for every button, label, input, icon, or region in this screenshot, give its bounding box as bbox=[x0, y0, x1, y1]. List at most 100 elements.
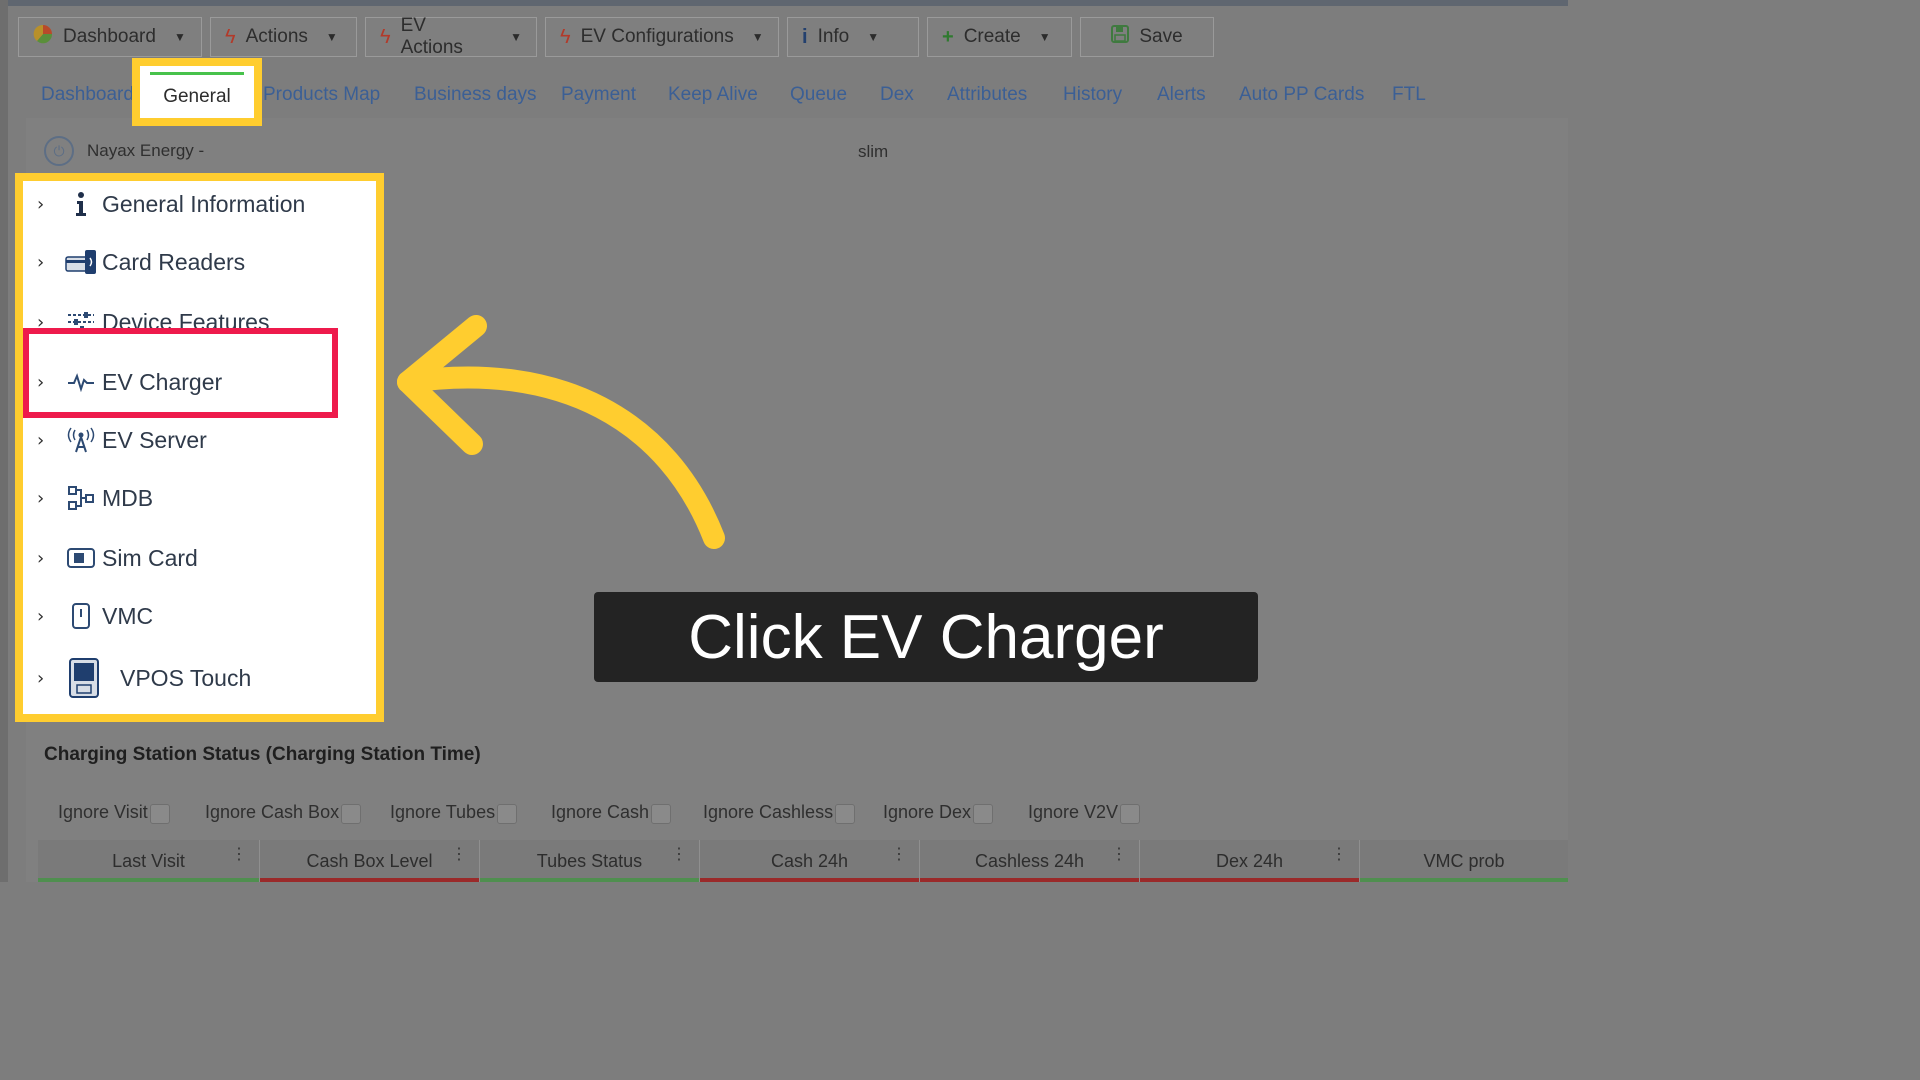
dashboard-dropdown-button[interactable]: Dashboard ▼ bbox=[18, 17, 202, 57]
ev-actions-dropdown-button[interactable]: ϟ EV Actions ▼ bbox=[365, 15, 537, 58]
chevron-down-icon: ▼ bbox=[325, 30, 338, 44]
floppy-disk-icon bbox=[1111, 25, 1130, 49]
plug-icon: ⏻ bbox=[44, 136, 74, 166]
status-indicator bbox=[480, 878, 699, 882]
column-menu-icon[interactable]: ⋮ bbox=[451, 844, 467, 864]
tab-products-map[interactable]: Products Map bbox=[263, 84, 380, 106]
column-menu-icon[interactable]: ⋮ bbox=[231, 844, 247, 864]
checkbox[interactable] bbox=[651, 804, 672, 824]
tab-business-days[interactable]: Business days bbox=[414, 84, 537, 106]
column-label: VMC prob bbox=[1423, 850, 1505, 871]
status-indicator bbox=[1360, 878, 1568, 882]
menu-item-label: EV Server bbox=[102, 426, 207, 453]
tab-keep-alive[interactable]: Keep Alive bbox=[668, 84, 758, 106]
status-indicator bbox=[38, 878, 259, 882]
status-table-header: Last Visit ⋮ Cash Box Level ⋮ Tubes Stat… bbox=[38, 840, 1568, 882]
checkbox[interactable] bbox=[149, 804, 170, 824]
card-reader-icon bbox=[65, 246, 97, 278]
info-button-label: Info bbox=[817, 26, 850, 47]
ignore-visit-checkbox[interactable]: Ignore Visit bbox=[58, 800, 170, 824]
device-header: ⏻ Nayax Energy - bbox=[44, 136, 204, 166]
column-header-tubes-status[interactable]: Tubes Status ⋮ bbox=[480, 840, 700, 882]
settings-menu: › General Information › Card Readers › D… bbox=[23, 181, 376, 714]
info-icon: i bbox=[802, 25, 808, 48]
left-edge bbox=[0, 0, 8, 882]
status-indicator bbox=[700, 878, 919, 882]
vmc-icon bbox=[65, 600, 97, 632]
status-indicator bbox=[260, 878, 479, 882]
ignore-dex-checkbox[interactable]: Ignore Dex bbox=[883, 800, 994, 824]
ignore-tubes-checkbox[interactable]: Ignore Tubes bbox=[390, 800, 518, 824]
pos-terminal-icon bbox=[67, 658, 101, 698]
tab-dex[interactable]: Dex bbox=[880, 84, 914, 106]
column-menu-icon[interactable]: ⋮ bbox=[1111, 844, 1127, 864]
ev-configurations-dropdown-button[interactable]: ϟ EV Configurations ▼ bbox=[545, 17, 779, 57]
chevron-right-icon: › bbox=[37, 667, 45, 689]
toolbar: Dashboard ▼ ϟ Actions ▼ ϟ EV Actions ▼ ϟ… bbox=[18, 15, 1214, 58]
chevron-down-icon: ▼ bbox=[1038, 30, 1051, 44]
menu-item-label: MDB bbox=[102, 484, 154, 511]
menu-item-general-information[interactable]: › General Information bbox=[23, 184, 376, 224]
instruction-callout: Click EV Charger bbox=[594, 592, 1258, 682]
menu-item-label: VPOS Touch bbox=[120, 664, 252, 691]
column-menu-icon[interactable]: ⋮ bbox=[891, 844, 907, 864]
column-header-dex-24h[interactable]: Dex 24h ⋮ bbox=[1140, 840, 1360, 882]
menu-item-label: Card Readers bbox=[102, 248, 246, 275]
tab-ftl[interactable]: FTL bbox=[1392, 84, 1426, 106]
tab-general[interactable]: General bbox=[140, 66, 254, 118]
bolt-icon: ϟ bbox=[560, 25, 571, 48]
ignore-cash-box-checkbox[interactable]: Ignore Cash Box bbox=[205, 800, 362, 824]
column-menu-icon[interactable]: ⋮ bbox=[671, 844, 687, 864]
menu-item-label: General Information bbox=[102, 190, 306, 217]
checkbox[interactable] bbox=[341, 804, 362, 824]
info-dropdown-button[interactable]: i Info ▼ bbox=[787, 17, 919, 57]
dashboard-button-label: Dashboard bbox=[63, 26, 156, 47]
save-button[interactable]: Save bbox=[1080, 17, 1214, 57]
column-header-last-visit[interactable]: Last Visit ⋮ bbox=[38, 840, 260, 882]
checkbox[interactable] bbox=[497, 804, 518, 824]
actions-dropdown-button[interactable]: ϟ Actions ▼ bbox=[210, 17, 357, 57]
column-header-vmc-prob[interactable]: VMC prob bbox=[1360, 840, 1568, 882]
ev-actions-button-label: EV Actions bbox=[400, 15, 463, 58]
status-indicator bbox=[920, 878, 1139, 882]
info-icon bbox=[65, 188, 97, 220]
tab-attributes[interactable]: Attributes bbox=[947, 84, 1027, 106]
checkbox-label: Ignore Cash bbox=[551, 801, 650, 822]
column-menu-icon[interactable]: ⋮ bbox=[1331, 844, 1347, 864]
ignore-cashless-checkbox[interactable]: Ignore Cashless bbox=[703, 800, 856, 824]
column-header-cash-24h[interactable]: Cash 24h ⋮ bbox=[700, 840, 920, 882]
menu-item-mdb[interactable]: › MDB bbox=[23, 478, 376, 518]
menu-item-ev-server[interactable]: › EV Server bbox=[23, 420, 376, 460]
ignore-v2v-checkbox[interactable]: Ignore V2V bbox=[1028, 800, 1141, 824]
device-name: Nayax Energy - bbox=[87, 141, 205, 160]
tab-auto-pp-cards[interactable]: Auto PP Cards bbox=[1239, 84, 1364, 106]
menu-item-vpos-touch[interactable]: › VPOS Touch bbox=[23, 658, 376, 698]
menu-item-vmc[interactable]: › VMC bbox=[23, 596, 376, 636]
chevron-down-icon: ▼ bbox=[510, 30, 522, 44]
column-header-cashless-24h[interactable]: Cashless 24h ⋮ bbox=[920, 840, 1140, 882]
checkbox[interactable] bbox=[835, 804, 856, 824]
checkbox[interactable] bbox=[973, 804, 994, 824]
menu-item-sim-card[interactable]: › Sim Card bbox=[23, 538, 376, 578]
menu-item-card-readers[interactable]: › Card Readers bbox=[23, 242, 376, 282]
section-title: Charging Station Status (Charging Statio… bbox=[44, 744, 481, 765]
tab-dashboard[interactable]: Dashboard bbox=[41, 84, 134, 106]
checkbox-label: Ignore Cashless bbox=[703, 801, 834, 822]
ev-charger-highlight bbox=[23, 328, 338, 418]
tab-queue[interactable]: Queue bbox=[790, 84, 847, 106]
bolt-icon: ϟ bbox=[380, 25, 391, 48]
checkbox[interactable] bbox=[1120, 804, 1141, 824]
tab-alerts[interactable]: Alerts bbox=[1157, 84, 1206, 106]
settings-menu-highlight: › General Information › Card Readers › D… bbox=[15, 173, 384, 722]
chevron-right-icon: › bbox=[37, 547, 45, 569]
create-dropdown-button[interactable]: + Create ▼ bbox=[927, 17, 1072, 57]
chevron-right-icon: › bbox=[37, 605, 45, 627]
tab-history[interactable]: History bbox=[1063, 84, 1122, 106]
chevron-right-icon: › bbox=[37, 429, 45, 451]
column-label: Cash 24h bbox=[770, 850, 849, 871]
ignore-cash-checkbox[interactable]: Ignore Cash bbox=[551, 800, 672, 824]
checkbox-label: Ignore Visit bbox=[58, 801, 148, 822]
tab-payment[interactable]: Payment bbox=[561, 84, 636, 106]
chevron-right-icon: › bbox=[37, 251, 45, 273]
column-header-cash-box-level[interactable]: Cash Box Level ⋮ bbox=[260, 840, 480, 882]
